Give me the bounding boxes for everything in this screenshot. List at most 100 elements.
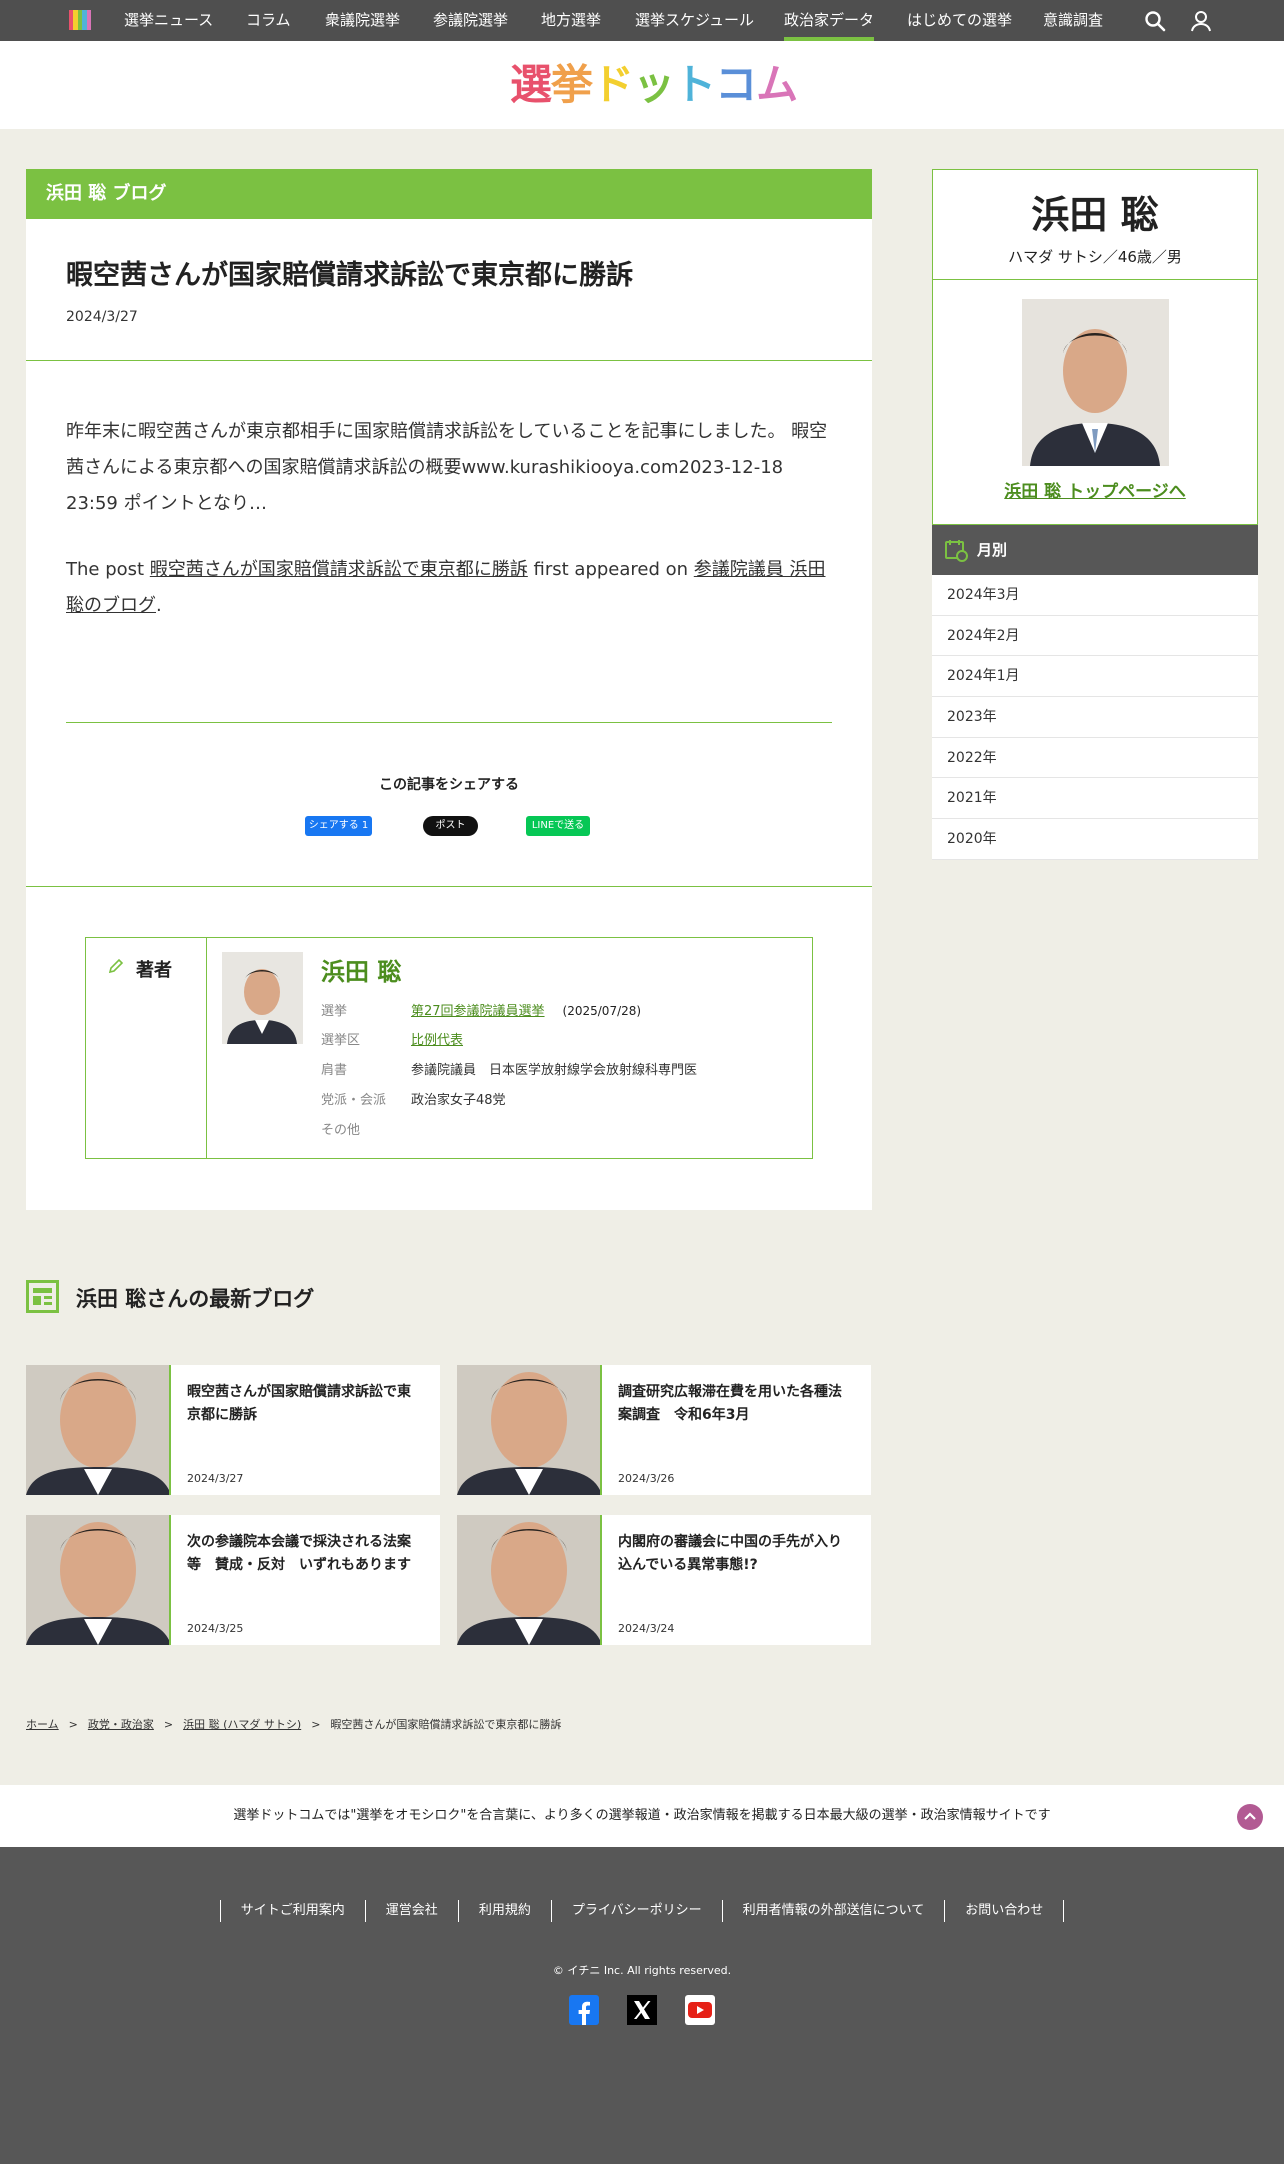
latest-blog-title: 浜田 聡さんの最新ブログ [76, 1287, 315, 1311]
breadcrumb-home[interactable]: ホーム [26, 1718, 59, 1731]
blog-card-text: 内閣府の審議会に中国の手先が入り込んでいる異常事態!? 2024/3/24 [602, 1515, 871, 1645]
blog-card-date: 2024/3/27 [187, 1472, 244, 1485]
nav-item-schedule[interactable]: 選挙スケジュール [635, 0, 754, 41]
divider [26, 886, 872, 887]
blog-card-title: 暇空茜さんが国家賠償請求訴訟で東京都に勝訴 [187, 1384, 411, 1423]
logo-char: ム [756, 60, 798, 109]
election-date: (2025/07/28) [562, 1004, 642, 1018]
author-box: 著者 浜田 聡 選挙 第27回参議院議員選挙 (2025/07/28) 選挙区 比例代… [85, 937, 813, 1159]
site-footer: サイトご利用案内 運営会社 利用規約 プライバシーポリシー 利用者情報の外部送信について… [0, 1847, 1284, 2164]
info-key: 選挙 [321, 1004, 348, 1019]
politician-photo [1022, 299, 1169, 466]
share-label: ポスト [435, 820, 466, 831]
monthly-archive-title: 月別 [977, 541, 1008, 559]
politician-name: 浜田 聡 [1031, 193, 1159, 237]
archive-item[interactable]: 2024年3月 [932, 575, 1258, 616]
facebook-share-button[interactable]: シェアする 1 [305, 816, 372, 836]
text: . [156, 595, 162, 616]
site-header: 選挙ドットコム [0, 41, 1284, 129]
article-body: 昨年末に暇空茜さんが東京都相手に国家賠償請求訴訟をしていることを記事にしました。… [66, 414, 836, 654]
x-post-button[interactable]: ポスト [423, 816, 478, 836]
footer-link[interactable]: プライバシーポリシー [550, 1900, 722, 1922]
footer-links: サイトご利用案内 運営会社 利用規約 プライバシーポリシー 利用者情報の外部送信について… [0, 1900, 1284, 1922]
site-tagline: 選挙ドットコムでは"選挙をオモシロク"を合言葉に、より多くの選挙報道・政治家情報… [0, 1785, 1284, 1847]
info-value: 参議院議員 日本医学放射線学会放射線科専門医 [411, 1063, 698, 1078]
footer-link[interactable]: 運営会社 [364, 1900, 458, 1922]
blog-card[interactable]: 内閣府の審議会に中国の手先が入り込んでいる異常事態!? 2024/3/24 [457, 1515, 871, 1645]
share-label: シェアする 1 [308, 820, 369, 831]
author-info-row: 肩書 参議院議員 日本医学放射線学会放射線科専門医 [321, 1059, 697, 1078]
calendar-icon [945, 540, 968, 562]
nav-item-column[interactable]: コラム [246, 0, 291, 41]
article-title: 暇空茜さんが国家賠償請求訴訟で東京都に勝訴 [66, 260, 633, 291]
logo-char: ト [674, 60, 716, 109]
footer-link[interactable]: 利用規約 [457, 1900, 551, 1922]
nav-item-first-election[interactable]: はじめての選挙 [907, 0, 1012, 41]
archive-item[interactable]: 2024年2月 [932, 616, 1258, 657]
site-logo[interactable]: 選挙ドットコム [510, 60, 798, 109]
blog-list-icon [26, 1280, 59, 1313]
footer-link[interactable]: サイトご利用案内 [219, 1900, 365, 1922]
blog-header: 浜田 聡 ブログ [26, 169, 872, 219]
blog-card[interactable]: 次の参議院本会議で採決される法案等 賛成・反対 いずれもあります 2024/3/2… [26, 1515, 440, 1645]
text: first appeared on [527, 559, 694, 580]
breadcrumb-current: 暇空茜さんが国家賠償請求訴訟で東京都に勝訴 [330, 1718, 562, 1731]
breadcrumb-separator: > [68, 1718, 78, 1731]
nav-item-survey[interactable]: 意識調査 [1043, 0, 1103, 41]
nav-item-lower-house[interactable]: 衆議院選挙 [325, 0, 400, 41]
blog-card[interactable]: 暇空茜さんが国家賠償請求訴訟で東京都に勝訴 2024/3/27 [26, 1365, 440, 1495]
blog-card-text: 暇空茜さんが国家賠償請求訴訟で東京都に勝訴 2024/3/27 [171, 1365, 440, 1495]
election-link[interactable]: 第27回参議院議員選挙 [411, 1004, 545, 1019]
breadcrumb-parties[interactable]: 政党・政治家 [88, 1718, 154, 1731]
site-mini-logo-icon[interactable] [69, 10, 92, 30]
info-key: 選挙区 [321, 1033, 361, 1048]
x-icon[interactable] [627, 1995, 657, 2025]
article-link[interactable]: 暇空茜さんが国家賠償請求訴訟で東京都に勝訴 [150, 559, 528, 580]
logo-char: ド [592, 60, 634, 109]
blog-thumbnail [26, 1515, 171, 1645]
archive-item[interactable]: 2020年 [932, 819, 1258, 860]
page-top-button[interactable] [1237, 1804, 1263, 1830]
text: The post [66, 559, 150, 580]
logo-char: コ [715, 60, 757, 109]
blog-card[interactable]: 調査研究広報滞在費を用いた各種法案調査 令和6年3月 2024/3/26 [457, 1365, 871, 1495]
search-icon[interactable] [1143, 9, 1167, 33]
facebook-icon[interactable] [569, 1995, 599, 2025]
author-info-row: 選挙 第27回参議院議員選挙 (2025/07/28) [321, 1000, 641, 1019]
footer-link[interactable]: お問い合わせ [944, 1900, 1065, 1922]
line-share-button[interactable]: LINEで送る [526, 816, 590, 836]
author-label-cell: 著者 [86, 938, 207, 1158]
top-navigation: 選挙ニュース コラム 衆議院選挙 参議院選挙 地方選挙 選挙スケジュール 政治家… [0, 0, 1284, 41]
nav-item-local[interactable]: 地方選挙 [541, 0, 601, 41]
divider [933, 279, 1257, 280]
youtube-icon[interactable] [685, 1995, 715, 2025]
nav-item-news[interactable]: 選挙ニュース [124, 0, 213, 41]
archive-item[interactable]: 2024年1月 [932, 656, 1258, 698]
info-key: 肩書 [321, 1063, 348, 1078]
blog-card-date: 2024/3/25 [187, 1622, 244, 1635]
info-key: 党派・会派 [321, 1093, 387, 1108]
author-photo [222, 952, 303, 1044]
district-link[interactable]: 比例代表 [411, 1033, 463, 1048]
author-name: 浜田 聡 [321, 958, 402, 986]
blog-card-date: 2024/3/24 [618, 1622, 675, 1635]
user-icon[interactable] [1189, 9, 1213, 33]
archive-item[interactable]: 2021年 [932, 778, 1258, 820]
divider [66, 722, 832, 723]
author-info-row: その他 [321, 1119, 411, 1138]
article-paragraph: 昨年末に暇空茜さんが東京都相手に国家賠償請求訴訟をしていることを記事にしました。… [66, 421, 828, 514]
archive-item[interactable]: 2022年 [932, 738, 1258, 779]
nav-item-politician-data[interactable]: 政治家データ [784, 0, 875, 41]
breadcrumb: ホーム > 政党・政治家 > 浜田 聡 (ハマダ サトシ) > 暇空茜さんが国家賠償請求訴訟… [26, 1716, 561, 1732]
nav-item-upper-house[interactable]: 参議院選挙 [433, 0, 508, 41]
info-key: その他 [321, 1123, 361, 1138]
breadcrumb-separator: > [311, 1718, 321, 1731]
share-label: LINEで送る [531, 820, 585, 831]
footer-link[interactable]: 利用者情報の外部送信について [721, 1900, 945, 1922]
breadcrumb-politician[interactable]: 浜田 聡 (ハマダ サトシ) [183, 1718, 301, 1731]
info-value: 政治家女子48党 [411, 1093, 506, 1108]
politician-top-page-link[interactable]: 浜田 聡 トップページへ [933, 477, 1257, 502]
archive-item[interactable]: 2023年 [932, 697, 1258, 738]
blog-card-title: 内閣府の審議会に中国の手先が入り込んでいる異常事態!? [618, 1534, 842, 1573]
blog-card-text: 調査研究広報滞在費を用いた各種法案調査 令和6年3月 2024/3/26 [602, 1365, 871, 1495]
